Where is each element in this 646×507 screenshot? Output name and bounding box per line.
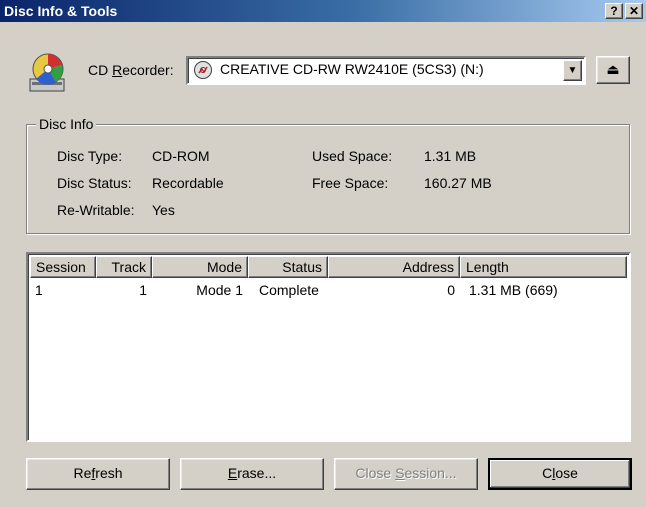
cd-recorder-select[interactable]: CREATIVE CD-RW RW2410E (5CS3) (N:) ▼ xyxy=(186,56,586,85)
refresh-button[interactable]: Refresh xyxy=(26,458,170,490)
used-space-value: 1.31 MB xyxy=(424,148,477,164)
disc-type-value: CD-ROM xyxy=(152,148,210,164)
close-label-post: ose xyxy=(555,465,578,481)
header-track[interactable]: Track xyxy=(96,256,152,278)
disc-info-title: Disc Info xyxy=(36,116,97,132)
erase-label-post: rase... xyxy=(237,465,277,481)
erase-button[interactable]: Erase... xyxy=(180,458,324,490)
cd-recorder-selected-value: CREATIVE CD-RW RW2410E (5CS3) (N:) xyxy=(220,61,484,77)
cd-recorder-label: CD Recorder: xyxy=(88,62,174,78)
disc-type-label: Disc Type: xyxy=(57,148,123,164)
cell-session[interactable]: 1 xyxy=(35,282,43,298)
rewritable-value: Yes xyxy=(152,202,175,218)
help-button[interactable]: ? xyxy=(605,3,623,19)
rewritable-label: Re-Writable: xyxy=(57,202,135,218)
cd-recorder-icon xyxy=(29,53,65,92)
free-space-value: 160.27 MB xyxy=(424,175,492,191)
close-session-label-pre: Close xyxy=(355,465,396,481)
cd-recorder-label-mnemonic: R xyxy=(112,62,123,78)
close-button[interactable]: Close xyxy=(488,458,632,490)
close-window-button[interactable]: ✕ xyxy=(625,3,643,19)
header-status[interactable]: Status xyxy=(248,256,328,278)
close-session-label-post: ession... xyxy=(404,465,457,481)
header-address[interactable]: Address xyxy=(328,256,460,278)
window-title: Disc Info & Tools xyxy=(4,3,118,19)
eject-icon: ⏏ xyxy=(606,61,620,77)
tracks-list[interactable]: Session Track Mode Status Address Length… xyxy=(26,252,631,442)
close-label-pre: C xyxy=(542,465,553,481)
erase-label-mnemonic: E xyxy=(227,465,238,481)
free-space-label: Free Space: xyxy=(312,175,389,191)
cell-status: Complete xyxy=(259,282,319,298)
header-mode[interactable]: Mode xyxy=(152,256,248,278)
disc-status-value: Recordable xyxy=(152,175,224,191)
title-bar: Disc Info & Tools xyxy=(0,0,646,22)
eject-button[interactable]: ⏏ xyxy=(596,56,630,84)
cell-address: 0 xyxy=(447,282,455,298)
cell-track: 1 xyxy=(139,282,147,298)
used-space-label: Used Space: xyxy=(312,148,393,164)
header-session[interactable]: Session xyxy=(30,256,96,278)
cd-recorder-label-prefix: CD xyxy=(88,62,113,78)
close-session-button[interactable]: Close Session... xyxy=(334,458,478,490)
cell-length: 1.31 MB (669) xyxy=(469,282,558,298)
cell-mode: Mode 1 xyxy=(196,282,243,298)
drive-icon xyxy=(194,61,212,79)
cd-recorder-label-rest: ecorder: xyxy=(122,62,174,78)
header-length[interactable]: Length xyxy=(460,256,627,278)
chevron-down-icon[interactable]: ▼ xyxy=(563,60,582,81)
disc-status-label: Disc Status: xyxy=(57,175,132,191)
refresh-label-pre: Re xyxy=(73,465,92,481)
refresh-label-post: resh xyxy=(95,465,123,481)
